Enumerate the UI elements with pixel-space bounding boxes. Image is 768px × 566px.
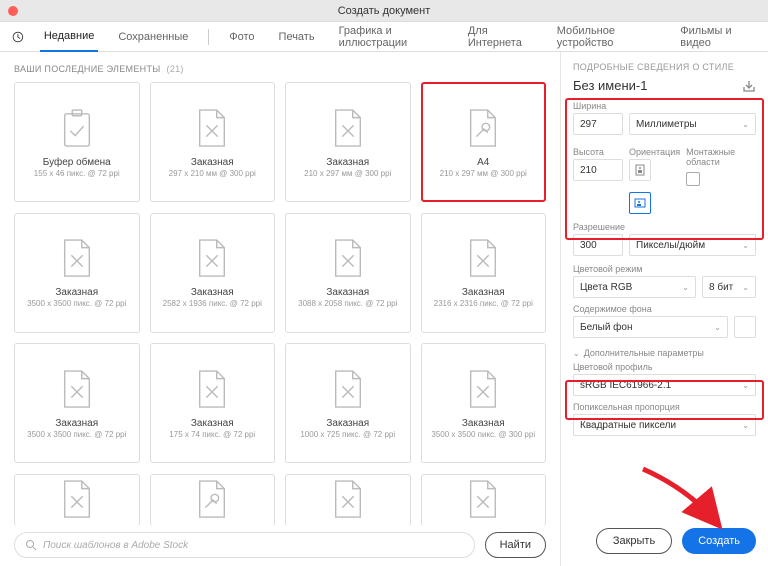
background-color-swatch[interactable] — [734, 316, 756, 338]
tab-film[interactable]: Фильмы и видео — [676, 22, 756, 52]
preset-card[interactable]: Заказная 3088 x 2058 пикс. @ 72 ppi — [285, 213, 411, 333]
unit-select[interactable]: Миллиметры⌄ — [629, 113, 756, 135]
window-title: Создать документ — [0, 5, 768, 17]
artboards-checkbox[interactable] — [686, 172, 700, 186]
tab-print[interactable]: Печать — [275, 22, 319, 52]
separator — [208, 29, 209, 45]
close-button[interactable]: Закрыть — [596, 528, 672, 554]
preset-dimensions: 155 x 46 пикс. @ 72 ppi — [34, 169, 120, 178]
clipboard-icon — [59, 107, 95, 151]
doc-icon — [194, 368, 230, 412]
preset-card[interactable]: Заказная 1000 x 725 пикс. @ 72 ppi — [285, 343, 411, 463]
preset-name: Заказная — [462, 287, 505, 298]
preset-dimensions: 3500 x 3500 пикс. @ 72 ppi — [27, 299, 126, 308]
find-button[interactable]: Найти — [485, 532, 546, 558]
doc-icon — [465, 237, 501, 281]
preset-dimensions: 1000 x 725 пикс. @ 72 ppi — [300, 430, 395, 439]
preset-card[interactable] — [421, 474, 547, 526]
preset-card[interactable] — [150, 474, 276, 526]
color-profile-select[interactable]: sRGB IEC61966-2.1⌄ — [573, 374, 756, 396]
preset-name: Заказная — [191, 287, 234, 298]
preset-dimensions: 2582 x 1936 пикс. @ 72 ppi — [163, 299, 262, 308]
detail-header: ПОДРОБНЫЕ СВЕДЕНИЯ О СТИЛЕ — [573, 62, 756, 72]
advanced-toggle[interactable]: ⌄Дополнительные параметры — [573, 348, 756, 358]
section-header: ВАШИ ПОСЛЕДНИЕ ЭЛЕМЕНТЫ (21) — [14, 64, 546, 74]
recent-icon — [12, 30, 24, 44]
resolution-unit-select[interactable]: Пикселы/дюйм⌄ — [629, 234, 756, 256]
height-input[interactable]: 210 — [573, 159, 623, 181]
orientation-portrait-button[interactable] — [629, 159, 651, 181]
tab-photo[interactable]: Фото — [225, 22, 258, 52]
preset-dimensions: 210 x 297 мм @ 300 ppi — [440, 169, 527, 178]
resolution-input[interactable]: 300 — [573, 234, 623, 256]
preset-card[interactable]: Заказная 3500 x 3500 пикс. @ 300 ppi — [421, 343, 547, 463]
preset-card[interactable]: Заказная 2582 x 1936 пикс. @ 72 ppi — [150, 213, 276, 333]
background-select[interactable]: Белый фон⌄ — [573, 316, 728, 338]
doc-icon — [330, 478, 366, 522]
preset-card[interactable]: Заказная 2316 x 2316 пикс. @ 72 ppi — [421, 213, 547, 333]
doc-icon — [194, 237, 230, 281]
preset-dimensions: 210 x 297 мм @ 300 ppi — [304, 169, 391, 178]
preset-card[interactable]: Заказная 210 x 297 мм @ 300 ppi — [285, 82, 411, 202]
category-tabs: Недавние Сохраненные Фото Печать Графика… — [0, 22, 768, 52]
paper-icon — [194, 478, 230, 522]
doc-icon — [59, 368, 95, 412]
width-input[interactable]: 297 — [573, 113, 623, 135]
preset-card[interactable] — [14, 474, 140, 526]
preset-name: Заказная — [326, 418, 369, 429]
doc-icon — [194, 107, 230, 151]
preset-name: Заказная — [326, 157, 369, 168]
preset-dimensions: 3500 x 3500 пикс. @ 300 ppi — [431, 430, 535, 439]
preset-dimensions: 2316 x 2316 пикс. @ 72 ppi — [434, 299, 533, 308]
titlebar: Создать документ — [0, 0, 768, 22]
preset-dimensions: 297 x 210 мм @ 300 ppi — [169, 169, 256, 178]
doc-icon — [465, 478, 501, 522]
preset-dimensions: 175 x 74 пикс. @ 72 ppi — [169, 430, 255, 439]
tab-recent[interactable]: Недавние — [40, 22, 99, 52]
doc-icon — [465, 368, 501, 412]
preset-card[interactable]: Заказная 3500 x 3500 пикс. @ 72 ppi — [14, 213, 140, 333]
preset-name: A4 — [477, 157, 489, 168]
preset-card[interactable]: Буфер обмена 155 x 46 пикс. @ 72 ppi — [14, 82, 140, 202]
orientation-landscape-button[interactable] — [629, 192, 651, 214]
create-button[interactable]: Создать — [682, 528, 756, 554]
preset-name: Заказная — [462, 418, 505, 429]
doc-icon — [330, 107, 366, 151]
preset-card[interactable]: Заказная 297 x 210 мм @ 300 ppi — [150, 82, 276, 202]
pixel-ratio-select[interactable]: Квадратные пиксели⌄ — [573, 414, 756, 436]
tab-mobile[interactable]: Мобильное устройство — [553, 22, 661, 52]
tab-web[interactable]: Для Интернета — [464, 22, 537, 52]
doc-icon — [59, 478, 95, 522]
save-preset-icon[interactable] — [742, 79, 756, 93]
preset-name: Заказная — [191, 418, 234, 429]
preset-dimensions: 3088 x 2058 пикс. @ 72 ppi — [298, 299, 397, 308]
search-input[interactable]: Поиск шаблонов в Adobe Stock — [14, 532, 475, 558]
preset-name: Заказная — [326, 287, 369, 298]
preset-dimensions: 3500 x 3500 пикс. @ 72 ppi — [27, 430, 126, 439]
preset-name-input[interactable]: Без имени-1 — [573, 78, 647, 93]
preset-card[interactable]: Заказная 3500 x 3500 пикс. @ 72 ppi — [14, 343, 140, 463]
doc-icon — [330, 237, 366, 281]
preset-name: Заказная — [55, 418, 98, 429]
doc-icon — [330, 368, 366, 412]
doc-icon — [59, 237, 95, 281]
tab-art[interactable]: Графика и иллюстрации — [335, 22, 448, 52]
color-mode-select[interactable]: Цвета RGB⌄ — [573, 276, 696, 298]
bit-depth-select[interactable]: 8 бит⌄ — [702, 276, 756, 298]
preset-name: Заказная — [55, 287, 98, 298]
search-icon — [25, 539, 37, 551]
preset-name: Заказная — [191, 157, 234, 168]
preset-card[interactable]: A4 210 x 297 мм @ 300 ppi — [421, 82, 547, 202]
preset-name: Буфер обмена — [43, 157, 111, 168]
preset-card[interactable] — [285, 474, 411, 526]
paper-icon — [465, 107, 501, 151]
tab-saved[interactable]: Сохраненные — [114, 22, 192, 52]
preset-card[interactable]: Заказная 175 x 74 пикс. @ 72 ppi — [150, 343, 276, 463]
